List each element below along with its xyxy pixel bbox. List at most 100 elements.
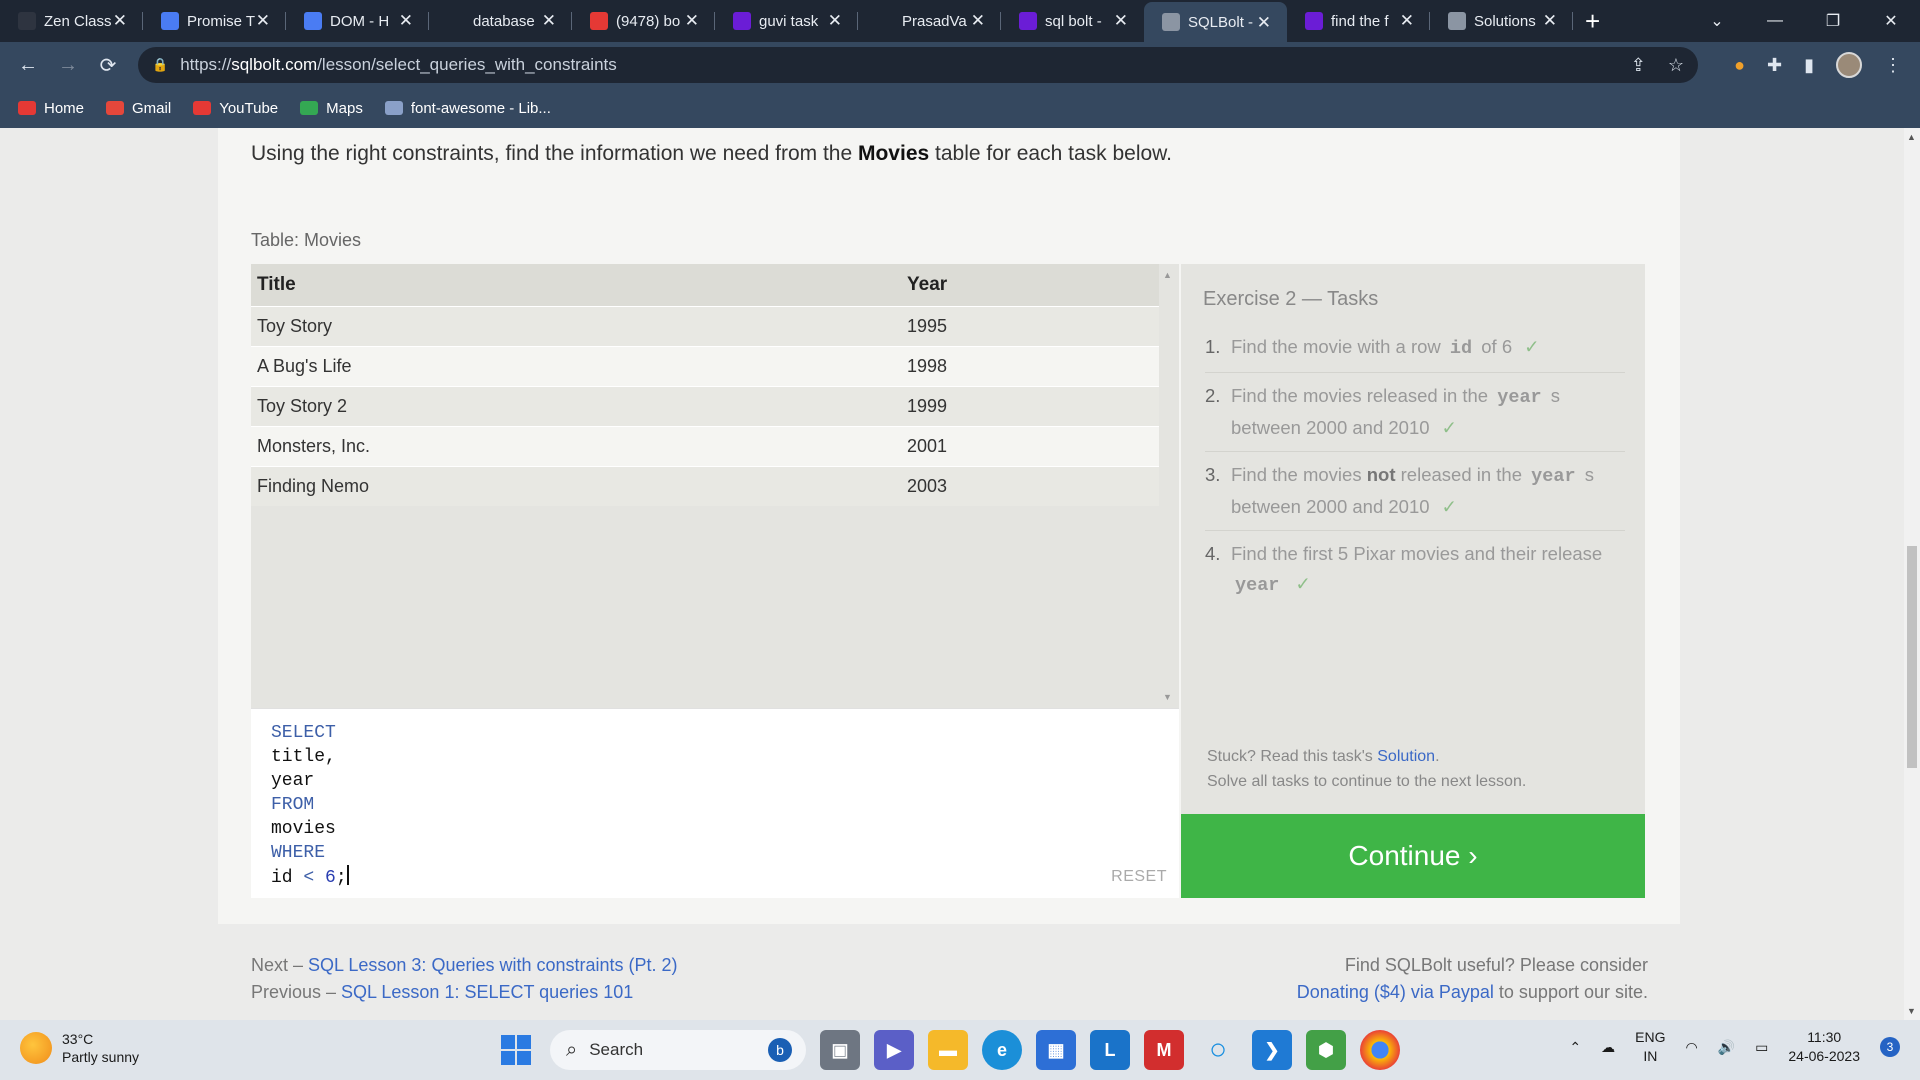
wifi-icon[interactable]: ◠: [1685, 1039, 1697, 1056]
extension-fox-icon[interactable]: ●: [1734, 55, 1745, 76]
solution-link[interactable]: Solution: [1377, 748, 1435, 765]
language-indicator[interactable]: ENG IN: [1635, 1028, 1665, 1066]
page-scroll-thumb[interactable]: [1907, 546, 1917, 768]
browser-tab[interactable]: (9478) bo ✕: [572, 0, 715, 42]
edge-browser-icon[interactable]: e: [982, 1030, 1022, 1070]
continue-button[interactable]: Continue ›: [1181, 814, 1645, 898]
cortana-ring-icon[interactable]: ○: [1198, 1030, 1238, 1070]
exercise-title: Exercise 2 — Tasks: [1203, 288, 1379, 310]
tab-title: Zen Class: [44, 12, 112, 30]
file-explorer-icon[interactable]: ▬: [928, 1030, 968, 1070]
close-tab-icon[interactable]: ✕: [256, 11, 270, 31]
menu-dots-icon[interactable]: ⋮: [1884, 55, 1902, 76]
omnibox[interactable]: 🔒 https://sqlbolt.com/lesson/select_quer…: [138, 47, 1698, 83]
tab-search-chevron-icon[interactable]: ⌄: [1688, 11, 1746, 31]
bookmark-item[interactable]: YouTube: [193, 100, 278, 117]
browser-tab[interactable]: Zen Class ✕: [0, 0, 143, 42]
close-tab-icon[interactable]: ✕: [399, 11, 413, 31]
task-item: 2. Find the movies released in the year s…: [1205, 373, 1625, 452]
side-panel-icon[interactable]: ▮: [1804, 55, 1814, 76]
nodejs-icon[interactable]: ⬢: [1306, 1030, 1346, 1070]
close-tab-icon[interactable]: ✕: [113, 11, 127, 31]
next-lesson-link[interactable]: SQL Lesson 3: Queries with constraints (…: [308, 955, 678, 975]
notification-badge[interactable]: 3: [1880, 1037, 1900, 1057]
cell-title: Toy Story: [251, 305, 901, 346]
l-app-icon[interactable]: L: [1090, 1030, 1130, 1070]
browser-tab[interactable]: sql bolt - ✕: [1001, 0, 1144, 42]
close-tab-icon[interactable]: ✕: [1400, 11, 1414, 31]
scroll-down-icon[interactable]: ▼: [1163, 692, 1172, 702]
minimize-icon[interactable]: —: [1746, 12, 1804, 30]
page-scrollbar[interactable]: ▲ ▼: [1904, 128, 1920, 1020]
scroll-up-icon[interactable]: ▲: [1163, 270, 1172, 280]
page-scroll-up-icon[interactable]: ▲: [1907, 132, 1916, 142]
browser-tab[interactable]: Solutions ✕: [1430, 0, 1573, 42]
meet-camera-icon[interactable]: ▶: [874, 1030, 914, 1070]
profile-avatar[interactable]: [1836, 52, 1862, 78]
mcafee-shield-icon[interactable]: M: [1144, 1030, 1184, 1070]
results-table: Title Year Toy Story 1995 A Bug's Life 1998…: [251, 264, 1159, 506]
sql-editor[interactable]: SELECT title, year FROM movies WHERE id …: [251, 708, 1179, 898]
new-tab-plus-icon[interactable]: +: [1585, 6, 1615, 37]
weather-widget[interactable]: 33°C Partly sunny: [20, 1030, 139, 1066]
region-code: IN: [1643, 1048, 1658, 1064]
close-window-icon[interactable]: ✕: [1862, 11, 1920, 31]
close-tab-icon[interactable]: ✕: [1543, 11, 1557, 31]
restore-icon[interactable]: ❐: [1804, 11, 1862, 31]
close-tab-icon[interactable]: ✕: [542, 11, 556, 31]
onedrive-cloud-icon[interactable]: ☁: [1601, 1039, 1615, 1056]
reload-icon[interactable]: ⟳: [88, 53, 128, 78]
browser-tab[interactable]: guvi task ✕: [715, 0, 858, 42]
browser-tab[interactable]: database ✕: [429, 0, 572, 42]
forward-arrow-icon[interactable]: →: [48, 54, 88, 77]
volume-icon[interactable]: 🔊: [1718, 1039, 1735, 1056]
close-tab-icon[interactable]: ✕: [971, 11, 985, 31]
intro-text: Using the right constraints, find the in…: [251, 142, 858, 165]
donate-link[interactable]: Donating ($4) via Paypal: [1297, 982, 1494, 1002]
globe-icon: [1448, 12, 1466, 30]
reset-button[interactable]: RESET: [1111, 868, 1167, 886]
extensions-puzzle-icon[interactable]: ✚: [1767, 55, 1782, 76]
bing-icon[interactable]: b: [768, 1038, 792, 1062]
bookmark-item[interactable]: font-awesome - Lib...: [384, 100, 551, 117]
browser-tab[interactable]: DOM - H ✕: [286, 0, 429, 42]
browser-tab[interactable]: Promise T ✕: [143, 0, 286, 42]
bookmark-item[interactable]: Maps: [300, 100, 363, 117]
share-icon[interactable]: ⇪: [1631, 55, 1646, 76]
previous-lesson-link[interactable]: SQL Lesson 1: SELECT queries 101: [341, 982, 633, 1002]
text-caret: [346, 865, 349, 885]
vscode-icon[interactable]: ❯: [1252, 1030, 1292, 1070]
close-tab-icon[interactable]: ✕: [828, 11, 842, 31]
bookmark-item[interactable]: Gmail: [106, 100, 171, 117]
code-line: movies: [271, 819, 336, 839]
clock[interactable]: 11:30 24-06-2023: [1788, 1028, 1860, 1066]
task-item: 1. Find the movie with a row id of 6 ✓: [1205, 324, 1625, 373]
tray-overflow-chevron-icon[interactable]: ⌃: [1569, 1039, 1581, 1056]
url-text[interactable]: https://sqlbolt.com/lesson/select_querie…: [180, 55, 617, 75]
tasks-panel: Exercise 2 — Tasks 1. Find the movie with…: [1181, 264, 1645, 814]
browser-tab[interactable]: find the f ✕: [1287, 0, 1430, 42]
browser-tab[interactable]: PrasadVa ✕: [858, 0, 1001, 42]
battery-icon[interactable]: ▭: [1755, 1039, 1768, 1056]
microsoft-store-icon[interactable]: ▦: [1036, 1030, 1076, 1070]
close-tab-icon[interactable]: ✕: [1114, 11, 1128, 31]
close-tab-icon[interactable]: ✕: [1257, 13, 1271, 33]
page-scroll-down-icon[interactable]: ▼: [1907, 1006, 1916, 1016]
cell-year: 2001: [901, 425, 1159, 466]
maps-icon: [300, 101, 319, 115]
task-text-part: Find the movie with a row: [1231, 336, 1446, 357]
close-tab-icon[interactable]: ✕: [685, 11, 699, 31]
browser-tab[interactable]: SQLBolt - ✕: [1144, 2, 1287, 42]
back-arrow-icon[interactable]: ←: [8, 54, 48, 77]
chrome-icon[interactable]: [1360, 1030, 1400, 1070]
bookmark-item[interactable]: Home: [18, 100, 84, 117]
bookmark-star-icon[interactable]: ☆: [1668, 55, 1684, 76]
start-windows-icon[interactable]: [496, 1030, 536, 1070]
task-number: 4.: [1205, 543, 1221, 564]
task-complete-check-icon: ✓: [1524, 336, 1540, 357]
results-scrollbar[interactable]: ▲ ▼: [1159, 264, 1179, 708]
task-view-icon[interactable]: ▣: [820, 1030, 860, 1070]
taskbar-search[interactable]: ⌕ Search b: [550, 1030, 806, 1070]
weather-condition: Partly sunny: [62, 1049, 140, 1065]
support-text: Find SQLBolt useful? Please consider: [1344, 955, 1648, 975]
